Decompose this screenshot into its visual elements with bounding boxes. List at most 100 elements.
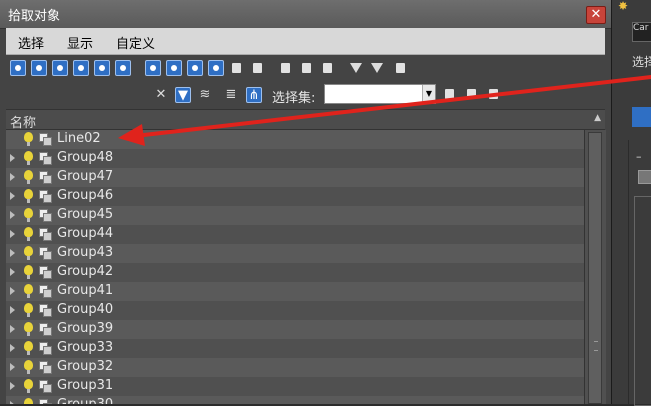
- bones-filter-icon[interactable]: [187, 60, 203, 76]
- expand-arrow-icon[interactable]: [10, 268, 15, 276]
- lightbulb-icon[interactable]: [24, 379, 33, 393]
- lightbulb-icon[interactable]: [24, 303, 33, 317]
- selection-set-dropdown[interactable]: ▼: [324, 84, 436, 104]
- expand-arrow-icon[interactable]: [10, 211, 15, 219]
- list-item[interactable]: Group42: [6, 263, 584, 282]
- display-all-icon[interactable]: [278, 60, 294, 76]
- filter-active-icon[interactable]: ▼: [175, 87, 191, 103]
- group-icon: [39, 304, 52, 317]
- expand-arrow-icon[interactable]: [10, 154, 15, 162]
- sort-arrow-icon[interactable]: ▲: [594, 113, 601, 123]
- scrollbar-grip-icon: [594, 341, 598, 351]
- lightbulb-icon[interactable]: [24, 132, 33, 146]
- groups-filter-icon[interactable]: [145, 60, 161, 76]
- layer-filter-icon[interactable]: ≋: [197, 87, 213, 103]
- lightbulb-icon[interactable]: [24, 208, 33, 222]
- lightbulb-icon[interactable]: [24, 322, 33, 336]
- menu-bar: 选择 显示 自定义: [6, 28, 605, 55]
- column-header[interactable]: 名称 ▲: [6, 109, 605, 131]
- list-item[interactable]: Group44: [6, 225, 584, 244]
- expand-arrow-icon[interactable]: [10, 325, 15, 333]
- list-item[interactable]: Group46: [6, 187, 584, 206]
- panel-tool-icon[interactable]: [638, 170, 651, 184]
- expand-arrow-icon[interactable]: [10, 382, 15, 390]
- list-item-label: Group41: [57, 283, 114, 298]
- name-column-header[interactable]: 名称: [10, 112, 36, 131]
- lightbulb-icon[interactable]: [24, 398, 33, 404]
- display-none-icon[interactable]: [299, 60, 315, 76]
- list-item-label: Group33: [57, 340, 114, 355]
- lightbulb-icon[interactable]: [24, 360, 33, 374]
- menu-display[interactable]: 显示: [67, 33, 93, 52]
- group-icon: [39, 285, 52, 298]
- expand-arrow-icon[interactable]: [10, 363, 15, 371]
- hierarchy-icon[interactable]: ⋔: [246, 87, 262, 103]
- list-scrollbar[interactable]: [584, 130, 606, 404]
- frozen-filter-icon[interactable]: [229, 60, 245, 76]
- lightbulb-icon[interactable]: [24, 246, 33, 260]
- list-item-label: Group43: [57, 245, 114, 260]
- filter-options-icon[interactable]: [369, 60, 385, 76]
- expand-arrow-icon[interactable]: [10, 306, 15, 314]
- chevron-down-icon[interactable]: ▼: [422, 85, 435, 103]
- clear-filter-icon[interactable]: ✕: [153, 87, 169, 103]
- edit-selection-set-icon[interactable]: [486, 86, 502, 102]
- close-icon[interactable]: ✕: [586, 6, 606, 24]
- lightbulb-icon[interactable]: [24, 189, 33, 203]
- containers-filter-icon[interactable]: [208, 60, 224, 76]
- panel-toggle-icon[interactable]: [393, 60, 409, 76]
- expand-arrow-icon[interactable]: [10, 173, 15, 181]
- list-item[interactable]: Group39: [6, 320, 584, 339]
- list-item[interactable]: Group43: [6, 244, 584, 263]
- selection-set-label: 选择集:: [272, 91, 316, 106]
- list-item-label: Group44: [57, 226, 114, 241]
- lightbulb-icon[interactable]: [24, 170, 33, 184]
- layers-icon[interactable]: ≣: [223, 87, 239, 103]
- group-icon: [39, 247, 52, 260]
- invert-display-icon[interactable]: [320, 60, 336, 76]
- lights-filter-icon[interactable]: [52, 60, 68, 76]
- rollout-collapse-icon[interactable]: –: [636, 150, 642, 163]
- scrollbar-thumb[interactable]: [588, 132, 602, 404]
- list-item[interactable]: Group47: [6, 168, 584, 187]
- lightbulb-icon[interactable]: [24, 284, 33, 298]
- list-item-label: Group46: [57, 188, 114, 203]
- list-item[interactable]: Group45: [6, 206, 584, 225]
- list-item-label: Group39: [57, 321, 114, 336]
- expand-arrow-icon[interactable]: [10, 192, 15, 200]
- expand-arrow-icon[interactable]: [10, 287, 15, 295]
- list-item[interactable]: Group41: [6, 282, 584, 301]
- remove-selection-set-icon[interactable]: [464, 86, 480, 102]
- color-swatch[interactable]: [632, 107, 651, 127]
- shapes-filter-icon[interactable]: [31, 60, 47, 76]
- expand-arrow-icon[interactable]: [10, 249, 15, 257]
- lightbulb-icon[interactable]: [24, 341, 33, 355]
- list-item[interactable]: Group31: [6, 377, 584, 396]
- list-item-label: Group40: [57, 302, 114, 317]
- helpers-filter-icon[interactable]: [94, 60, 110, 76]
- list-item[interactable]: Group48: [6, 149, 584, 168]
- group-icon: [39, 399, 52, 404]
- list-item[interactable]: Group40: [6, 301, 584, 320]
- title-bar[interactable]: 拾取对象 ✕: [0, 0, 611, 29]
- filter-icon[interactable]: [348, 60, 364, 76]
- geometry-filter-icon[interactable]: [10, 60, 26, 76]
- list-item[interactable]: Group32: [6, 358, 584, 377]
- lightbulb-icon[interactable]: [24, 227, 33, 241]
- spacewarps-filter-icon[interactable]: [115, 60, 131, 76]
- add-selection-set-icon[interactable]: [442, 86, 458, 102]
- list-item[interactable]: Group33: [6, 339, 584, 358]
- lightbulb-icon[interactable]: [24, 265, 33, 279]
- hidden-filter-icon[interactable]: [250, 60, 266, 76]
- list-item[interactable]: Line02: [6, 130, 584, 149]
- expand-arrow-icon[interactable]: [10, 344, 15, 352]
- window-title: 拾取对象: [8, 9, 61, 24]
- xrefs-filter-icon[interactable]: [166, 60, 182, 76]
- lightbulb-icon[interactable]: [24, 151, 33, 165]
- cameras-filter-icon[interactable]: [73, 60, 89, 76]
- panel-field[interactable]: Car: [632, 22, 651, 42]
- list-item[interactable]: Group30: [6, 396, 584, 404]
- expand-arrow-icon[interactable]: [10, 230, 15, 238]
- menu-customize[interactable]: 自定义: [116, 33, 155, 52]
- menu-select[interactable]: 选择: [18, 33, 44, 52]
